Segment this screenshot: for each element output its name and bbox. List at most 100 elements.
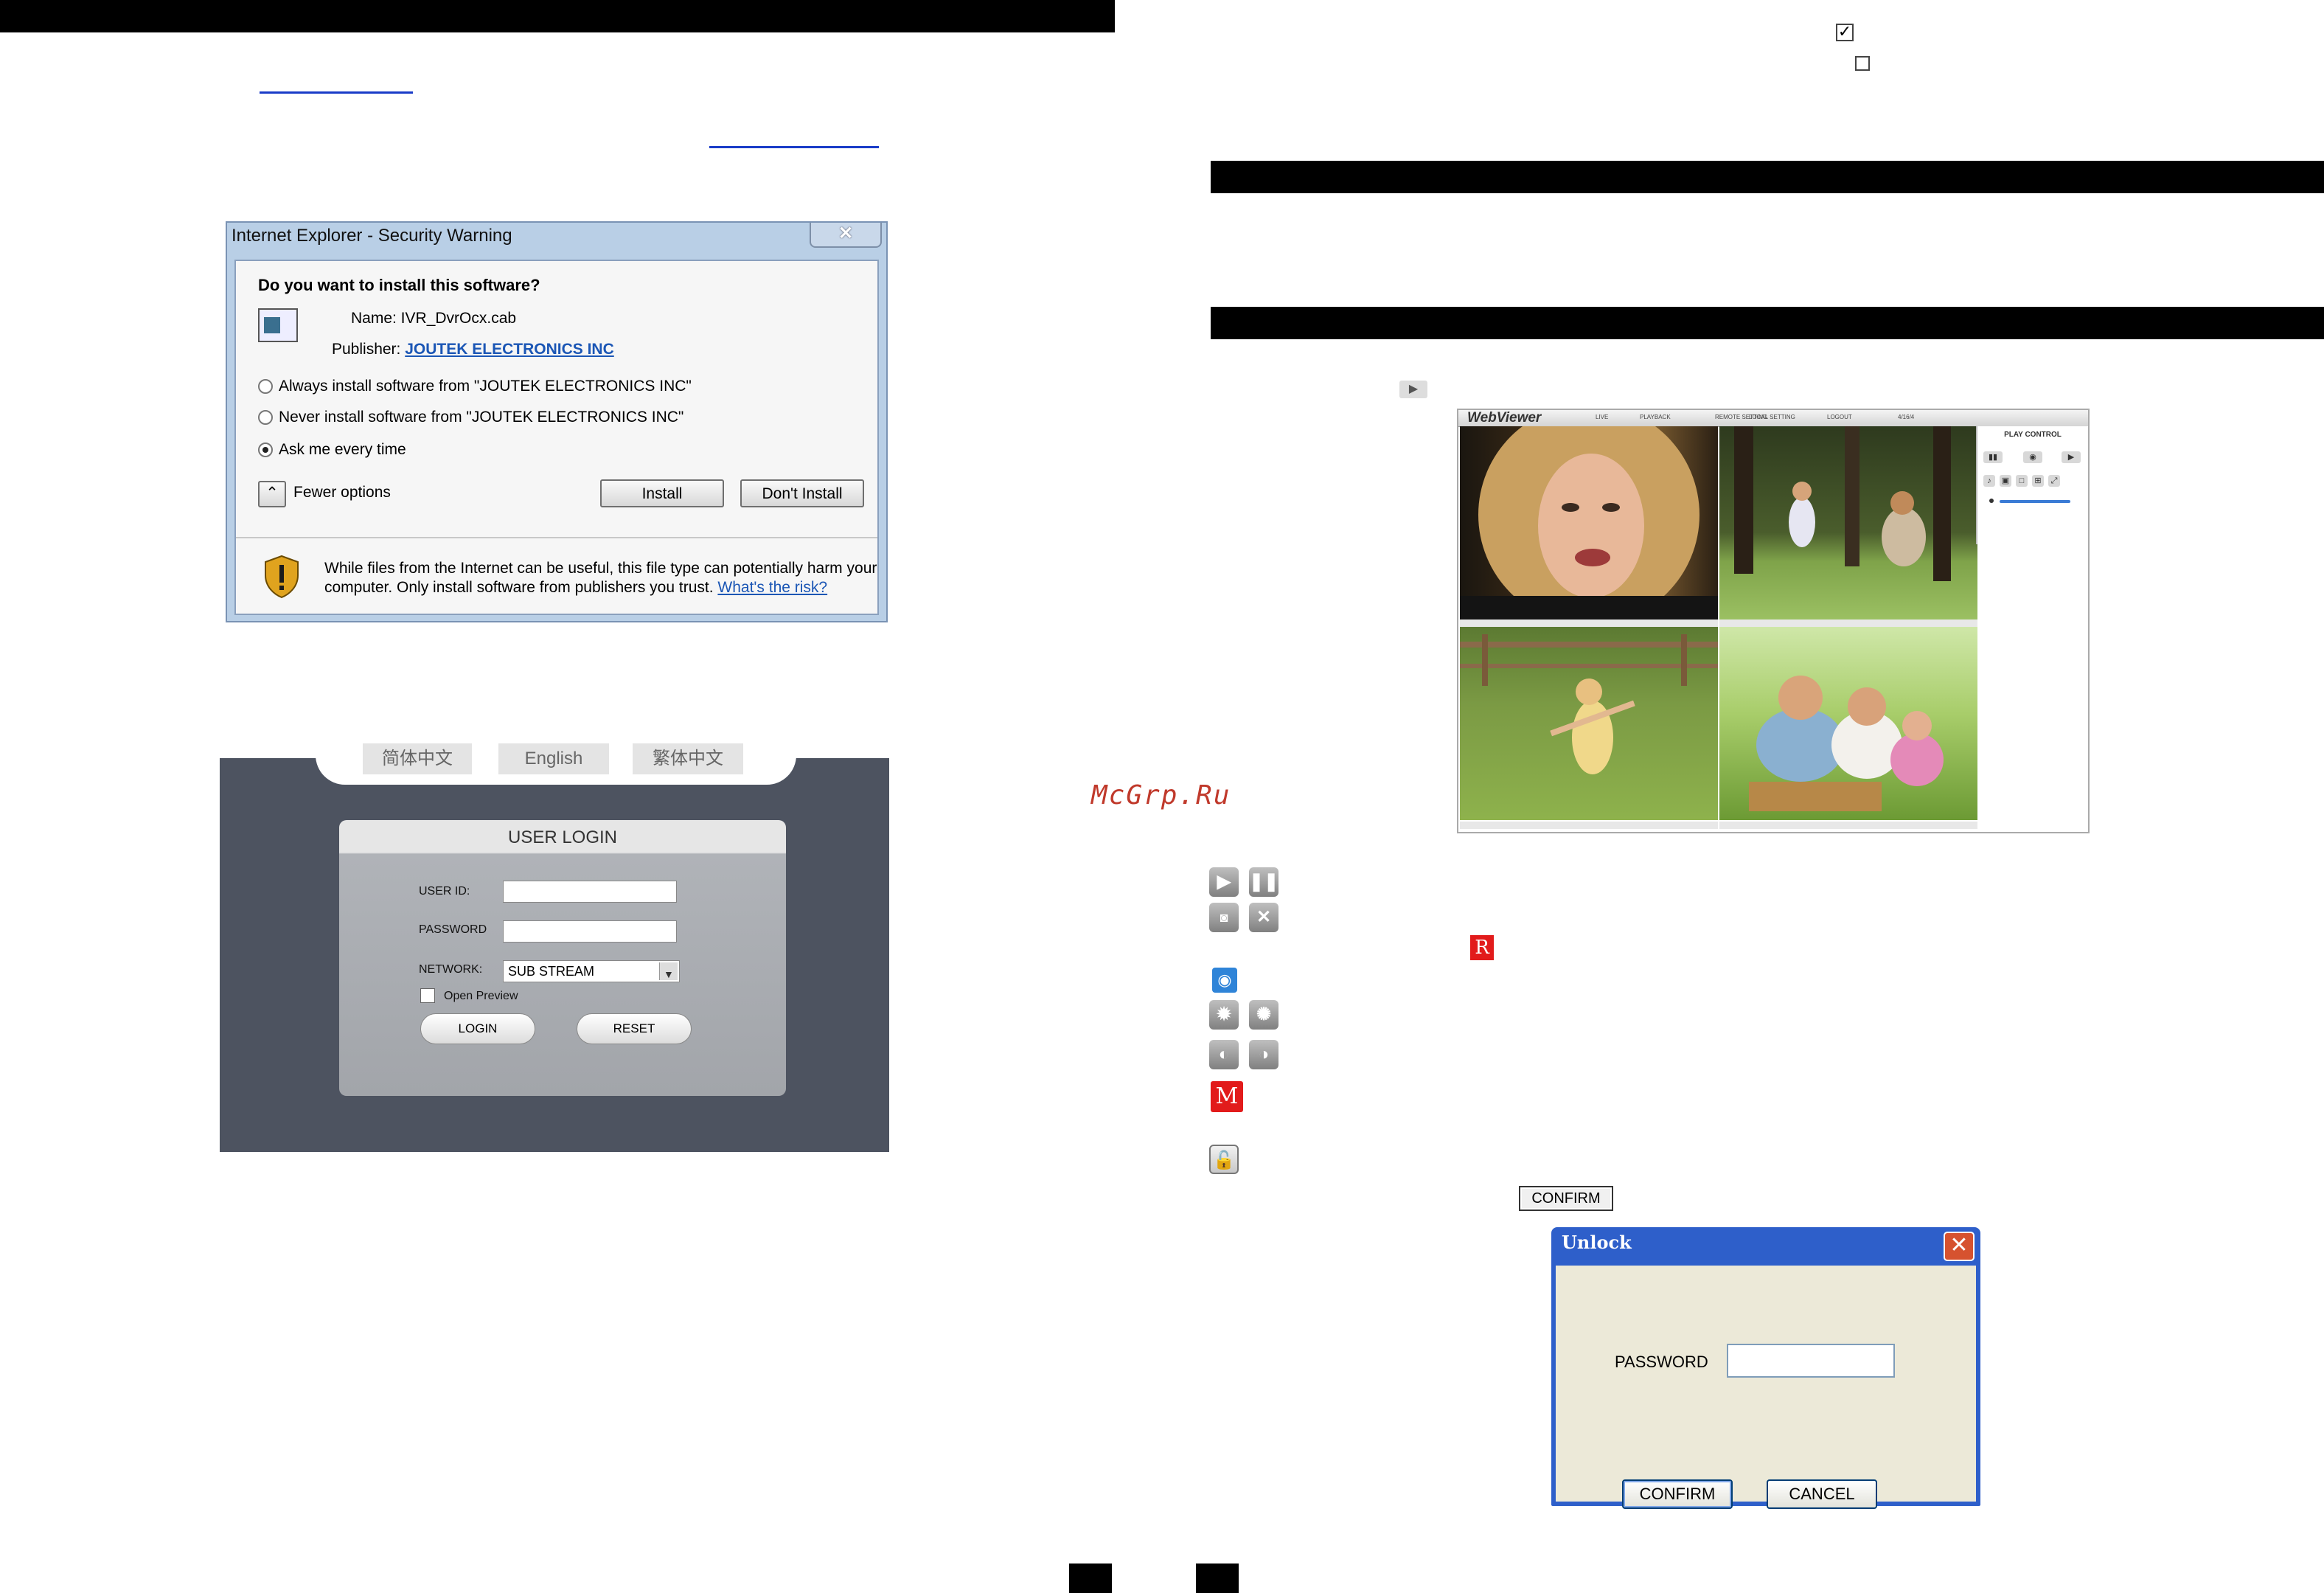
radio-button[interactable] [258,379,273,395]
camera-image-1 [1460,426,1718,620]
camera-tile-3[interactable] [1460,627,1718,820]
tile-status-bar [1460,822,1718,829]
chevron-down-icon[interactable] [659,962,678,985]
checkbox-checked[interactable]: ✓ [1836,24,1854,41]
radio-ask-every-time[interactable]: Ask me every time [258,441,406,459]
section-header-bar-2 [1211,307,2324,339]
play-icon: ▶ [1209,867,1239,897]
open-preview-label: Open Preview [444,990,518,1002]
menu-split[interactable]: 4/16/4 [1898,414,1914,420]
checkbox-unchecked[interactable] [1855,56,1870,71]
play-icon[interactable]: ▶ [1399,381,1427,398]
audio-icon[interactable]: ♪ [1983,475,1995,487]
radio-button-selected[interactable] [258,442,273,458]
dont-install-button[interactable]: Don't Install [740,479,864,507]
menu-playback[interactable]: PLAYBACK [1640,414,1671,420]
contrast-down-icon: ◑ [1249,1040,1278,1069]
confirm-button[interactable]: CONFIRM [1622,1479,1733,1509]
snapshot-icon: ◉ [1212,968,1237,993]
install-button[interactable]: Install [600,479,724,507]
lock-icon[interactable]: ▣ [2000,475,2011,487]
cancel-button[interactable]: CANCEL [1767,1479,1877,1509]
camera-image-3 [1460,634,1718,774]
single-view-icon[interactable]: □ [2016,475,2028,487]
fullscreen-icon[interactable]: ⤢ [2048,475,2060,487]
file-name: Name: IVR_DvrOcx.cab [351,310,517,327]
menu-local-setting[interactable]: LOCAL SETTING [1749,414,1795,420]
network-label: NETWORK: [419,963,483,976]
camera-tile-2[interactable] [1719,426,1977,620]
whats-the-risk-link[interactable]: What's the risk? [717,579,827,596]
camera-tile-1[interactable] [1460,426,1718,620]
publisher-label: Publisher: [332,341,401,358]
radio-always-install[interactable]: Always install software from "JOUTEK ELE… [258,378,692,395]
pause-icon: ❚❚ [1249,867,1278,897]
password-input[interactable] [503,920,677,943]
record-camera-icon[interactable]: ▶ [2062,451,2081,463]
camera-image-4 [1749,676,1944,811]
brightness-down-icon: ✺ [1249,1000,1278,1030]
webviewer-toolbar: WebViewer LIVE PLAYBACK REMOTE SETTING L… [1458,410,2088,427]
publisher-row: Publisher: JOUTEK ELECTRONICS INC [332,341,614,358]
dialog-body: Do you want to install this software? Na… [234,260,879,615]
watermark: McGrp.Ru [1091,780,1231,811]
network-select[interactable]: SUB STREAM [503,960,680,985]
chevron-up-icon[interactable]: ⌃ [258,481,286,507]
tile-status-bar [1460,620,1718,627]
user-id-label: USER ID: [419,885,470,898]
dialog-title: Internet Explorer - Security Warning [232,226,512,246]
webviewer-logo: WebViewer [1467,410,1542,426]
warning-text: While files from the Internet can be use… [324,559,885,597]
brightness-up-icon: ✹ [1209,1000,1239,1030]
unlock-dialog: Unlock ✕ PASSWORD CONFIRM CANCEL [1551,1227,1980,1509]
lang-simplified-chinese[interactable]: 简体中文 [363,743,472,774]
camera-tile-4[interactable] [1719,627,1977,820]
login-button[interactable]: LOGIN [420,1013,535,1044]
page-number-block-right [1196,1564,1239,1593]
user-login-panel: 简体中文 English 繁体中文 USER LOGIN USER ID: PA… [220,735,889,1152]
radio-button[interactable] [258,410,273,426]
menu-live[interactable]: LIVE [1596,414,1608,420]
divider [236,537,877,538]
unlock-password-input[interactable] [1727,1344,1895,1378]
play-control-panel: PLAY CONTROL ▮▮ ◉ ▶ ♪ ▣ □ ⊞ ⤢ [1976,426,2088,544]
confirm-button-sample[interactable]: CONFIRM [1519,1186,1613,1211]
open-preview-checkbox[interactable] [420,988,435,1003]
network-value: SUB STREAM [508,964,595,979]
radio-label: Ask me every time [279,441,406,458]
radio-never-install[interactable]: Never install software from "JOUTEK ELEC… [258,409,683,426]
play-control-title: PLAY CONTROL [2004,431,2062,439]
password-label: PASSWORD [419,923,487,936]
publisher-link[interactable]: JOUTEK ELECTRONICS INC [405,341,614,358]
volume-slider[interactable] [2000,500,2070,503]
close-button[interactable]: ✕ [810,223,882,248]
file-icon [258,308,298,342]
camera-image-2 [1734,426,1951,581]
user-id-input[interactable] [503,881,677,903]
snapshot-icon[interactable]: ◉ [2023,451,2042,463]
top-header-bar-left [0,0,1115,32]
login-form: USER LOGIN USER ID: PASSWORD NETWORK: SU… [339,820,786,1096]
radio-label: Always install software from "JOUTEK ELE… [279,378,692,395]
shield-warning-icon [265,555,299,599]
pause-icon[interactable]: ▮▮ [1983,451,2003,463]
unlock-password-label: PASSWORD [1615,1353,1708,1371]
menu-logout[interactable]: LOGOUT [1827,414,1852,420]
contrast-up-icon: ◐ [1209,1040,1239,1069]
link-underline-1[interactable] [260,91,413,94]
video-record-icon: ◙ [1209,903,1239,932]
install-question: Do you want to install this software? [258,276,540,294]
fewer-options-label[interactable]: Fewer options [293,484,391,502]
login-title: USER LOGIN [507,827,618,847]
quad-view-icon[interactable]: ⊞ [2032,475,2044,487]
manual-record-icon: M [1211,1081,1243,1112]
link-underline-2[interactable] [709,146,879,148]
reset-button[interactable]: RESET [577,1013,692,1044]
close-icon[interactable]: ✕ [1944,1232,1975,1261]
volume-icon [1989,499,1994,503]
stop-icon: ✕ [1249,903,1278,932]
lang-traditional-chinese[interactable]: 繁体中文 [633,743,743,774]
lang-english[interactable]: English [498,743,609,774]
tile-status-bar [1719,620,1977,627]
unlock-icon: 🔓 [1209,1145,1239,1174]
